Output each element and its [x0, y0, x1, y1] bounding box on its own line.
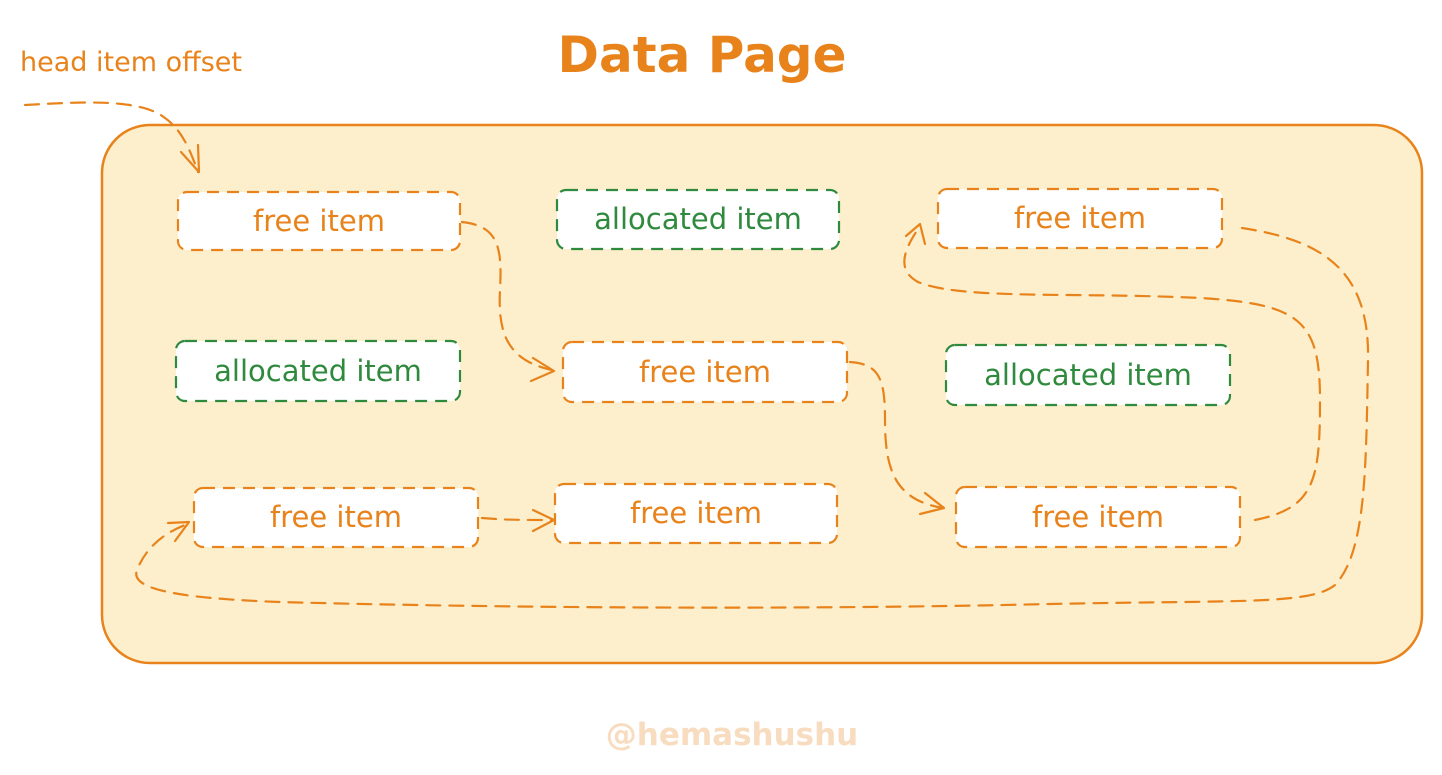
allocated-item-box: allocated item	[174, 339, 462, 403]
allocated-item-box: allocated item	[944, 343, 1232, 407]
item-label: free item	[1032, 500, 1164, 534]
free-item-box: free item	[936, 187, 1224, 250]
watermark: @hemashushu	[606, 717, 859, 753]
item-label: allocated item	[984, 358, 1192, 392]
item-label: free item	[253, 204, 385, 238]
free-item-box: free item	[176, 190, 462, 252]
item-label: free item	[270, 500, 402, 534]
item-label: free item	[639, 355, 771, 389]
item-label: free item	[630, 496, 762, 530]
free-item-box: free item	[954, 485, 1242, 549]
item-label: free item	[1014, 201, 1146, 235]
free-item-box: free item	[553, 482, 839, 545]
free-item-box: free item	[561, 340, 849, 404]
free-item-box: free item	[192, 486, 480, 549]
head-item-offset-label: head item offset	[20, 47, 242, 78]
item-label: allocated item	[214, 354, 422, 388]
diagram-title: Data Page	[557, 26, 846, 84]
allocated-item-box: allocated item	[555, 188, 841, 251]
item-label: allocated item	[594, 202, 802, 236]
data-page-diagram: Data Page head item offset free item all…	[20, 26, 1424, 753]
